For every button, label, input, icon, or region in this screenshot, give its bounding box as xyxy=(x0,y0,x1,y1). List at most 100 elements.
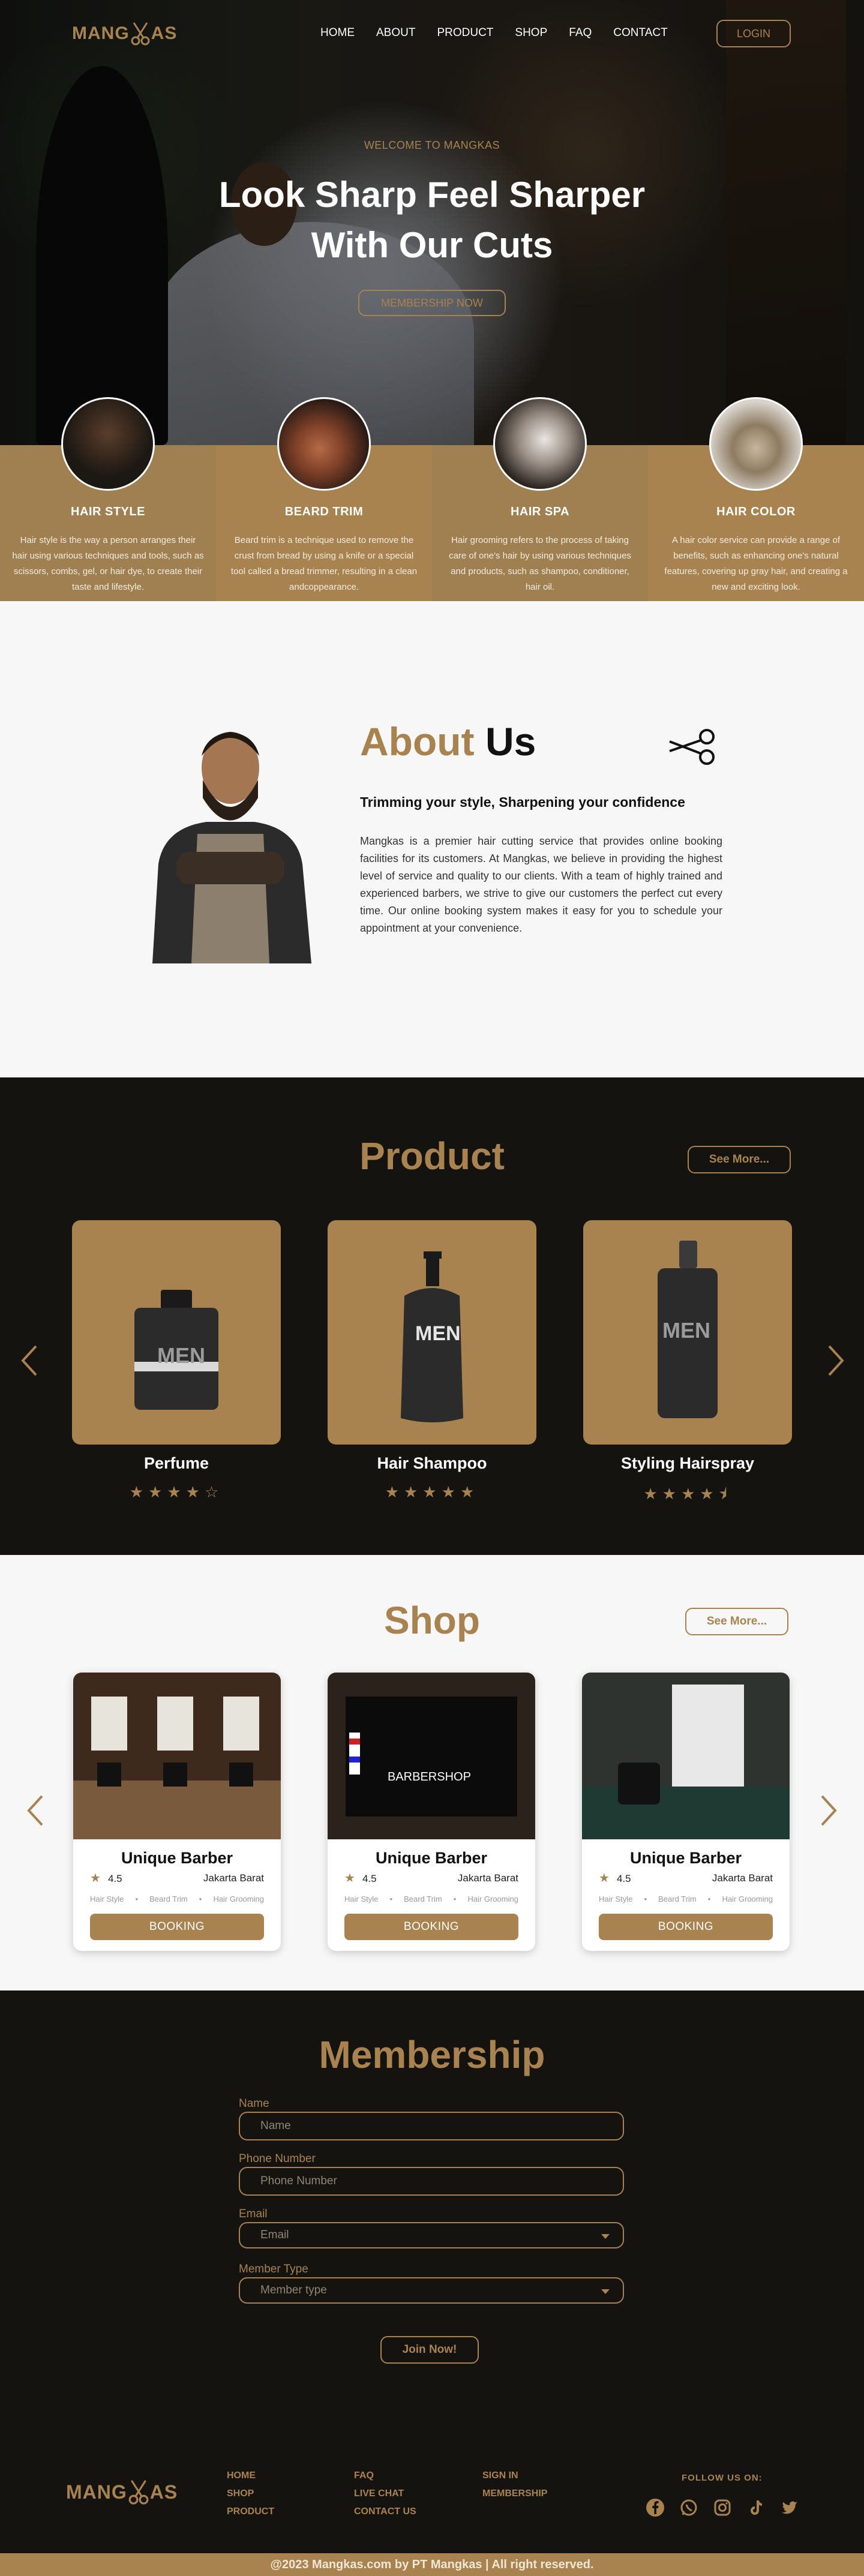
hero-headline: Look Sharp Feel Sharper With Our Cuts xyxy=(0,170,864,271)
svg-text:MEN: MEN xyxy=(662,1318,710,1343)
phone-label: Phone Number xyxy=(239,2152,316,2165)
service-card-hair-style[interactable]: HAIR STYLE Hair style is the way a perso… xyxy=(0,397,216,601)
footer-link-membership[interactable]: MEMBERSHIP xyxy=(482,2488,547,2499)
whatsapp-icon[interactable] xyxy=(678,2497,700,2518)
member-type-select[interactable]: Member type xyxy=(239,2277,624,2304)
footer-link-live-chat[interactable]: LIVE CHAT xyxy=(354,2488,416,2499)
chevron-right-icon[interactable] xyxy=(823,1343,847,1379)
twitter-icon[interactable] xyxy=(779,2497,800,2518)
shop-rating: ★ 4.5 xyxy=(90,1872,122,1885)
footer-col-3: SIGN IN MEMBERSHIP xyxy=(482,2470,547,2506)
footer-link-product[interactable]: PRODUCT xyxy=(227,2506,274,2517)
shop-name: Unique Barber xyxy=(121,1849,233,1867)
footer-col-1: HOME SHOP PRODUCT xyxy=(227,2470,274,2524)
brand-logo[interactable]: MANG AS xyxy=(72,22,177,46)
hairspray-can-image: MEN xyxy=(658,1241,718,1418)
shop-section: Shop See More... Unique Barber ★ 4.5 Jaka… xyxy=(0,1555,864,1990)
top-navbar: MANG AS HOME ABOUT PRODUCT SHOP FAQ CONT… xyxy=(0,0,864,67)
email-select[interactable]: Email xyxy=(239,2222,624,2248)
service-card-hair-color[interactable]: HAIR COLOR A hair color service can prov… xyxy=(648,397,864,601)
chevron-down-icon xyxy=(601,2234,610,2239)
social-icons xyxy=(644,2497,800,2518)
nav-link-product[interactable]: PRODUCT xyxy=(437,26,493,40)
shop-name: Unique Barber xyxy=(629,1849,742,1867)
shop-card[interactable]: Unique Barber ★ 4.5 Jakarta Barat Hair St… xyxy=(582,1673,790,1951)
hero-welcome: WELCOME TO MANGKAS xyxy=(364,139,500,151)
footer-logo[interactable]: MANG AS xyxy=(66,2479,178,2505)
footer-link-sign-in[interactable]: SIGN IN xyxy=(482,2470,547,2481)
product-card-perfume[interactable]: MEN xyxy=(72,1220,281,1445)
shop-tags: Hair Style • Beard Trim • Hair Grooming xyxy=(344,1895,518,1904)
copyright-bar: @2023 Mangkas.com by PT Mangkas | All ri… xyxy=(0,2553,864,2576)
member-type-label: Member Type xyxy=(239,2263,308,2275)
nav-link-contact[interactable]: CONTACT xyxy=(613,26,667,40)
phone-input[interactable]: Phone Number xyxy=(239,2167,624,2196)
booking-button[interactable]: BOOKING xyxy=(599,1914,773,1940)
product-rating-stars: ★★★★★ xyxy=(385,1483,479,1501)
product-see-more-button[interactable]: See More... xyxy=(688,1146,791,1173)
chevron-left-icon[interactable] xyxy=(24,1793,48,1829)
shop-card[interactable]: BARBERSHOP Unique Barber ★ 4.5 Jakarta Ba… xyxy=(328,1673,535,1951)
service-photo-hair-style xyxy=(61,397,155,491)
service-card-hair-spa[interactable]: HAIR SPA Hair grooming refers to the pro… xyxy=(432,397,648,601)
logo-text-right: AS xyxy=(149,2481,178,2503)
about-section: About Us Trimming your style, Sharpening… xyxy=(0,601,864,1077)
footer-link-home[interactable]: HOME xyxy=(227,2470,274,2481)
nav-link-shop[interactable]: SHOP xyxy=(515,26,547,40)
shop-location: Jakarta Barat xyxy=(203,1872,264,1884)
login-button[interactable]: LOGIN xyxy=(716,20,791,47)
service-desc: Beard trim is a technique used to remove… xyxy=(230,535,418,592)
chevron-right-icon[interactable] xyxy=(816,1793,840,1829)
perfume-bottle-image: MEN xyxy=(134,1290,218,1410)
nav-link-about[interactable]: ABOUT xyxy=(376,26,415,40)
nav-link-faq[interactable]: FAQ xyxy=(569,26,592,40)
hero-headline-line1: Look Sharp Feel Sharper xyxy=(218,175,646,215)
svg-text:BARBERSHOP: BARBERSHOP xyxy=(388,1770,471,1784)
product-rating-stars: ★★★★⯨ xyxy=(643,1485,732,1503)
service-title: HAIR STYLE xyxy=(71,505,145,518)
nav-link-home[interactable]: HOME xyxy=(320,26,355,40)
service-photo-hair-color xyxy=(709,397,803,491)
name-input[interactable]: Name xyxy=(239,2112,624,2140)
chevron-left-icon[interactable] xyxy=(18,1343,42,1379)
star-icon: ★ xyxy=(599,1872,610,1885)
about-subtitle: Trimming your style, Sharpening your con… xyxy=(360,794,685,810)
about-title-gold: About xyxy=(360,719,475,764)
product-card-hair-shampoo[interactable]: MEN xyxy=(328,1220,536,1445)
booking-button[interactable]: BOOKING xyxy=(90,1914,264,1940)
services-strip: HAIR STYLE Hair style is the way a perso… xyxy=(0,397,864,601)
product-name: Styling Hairspray xyxy=(620,1454,755,1472)
chevron-down-icon xyxy=(601,2289,610,2294)
instagram-icon[interactable] xyxy=(712,2497,733,2518)
shop-see-more-button[interactable]: See More... xyxy=(685,1608,788,1635)
facebook-icon[interactable] xyxy=(644,2497,666,2518)
service-title: BEARD TRIM xyxy=(284,505,364,518)
shop-photo xyxy=(73,1673,281,1839)
tiktok-icon[interactable] xyxy=(745,2497,767,2518)
footer-link-shop[interactable]: SHOP xyxy=(227,2488,274,2499)
booking-button[interactable]: BOOKING xyxy=(344,1914,518,1940)
shop-rating: ★ 4.5 xyxy=(599,1872,631,1885)
service-desc: Hair grooming refers to the process of t… xyxy=(449,535,631,592)
footer-link-faq[interactable]: FAQ xyxy=(354,2470,416,2481)
logo-text-left: MANG xyxy=(72,23,130,43)
join-now-button[interactable]: Join Now! xyxy=(380,2336,479,2364)
footer-col-2: FAQ LIVE CHAT CONTACT US xyxy=(354,2470,416,2524)
nav-links: HOME ABOUT PRODUCT SHOP FAQ CONTACT xyxy=(320,26,689,40)
shop-photo xyxy=(582,1673,790,1839)
service-card-beard-trim[interactable]: BEARD TRIM Beard trim is a technique use… xyxy=(216,397,432,601)
membership-now-button[interactable]: MEMBERSHIP NOW xyxy=(358,290,506,316)
service-title: HAIR SPA xyxy=(510,505,570,518)
product-card-styling-hairspray[interactable]: MEN xyxy=(583,1220,792,1445)
shop-tags: Hair Style • Beard Trim • Hair Grooming xyxy=(599,1895,773,1904)
footer-link-contact-us[interactable]: CONTACT US xyxy=(354,2506,416,2517)
shop-card[interactable]: Unique Barber ★ 4.5 Jakarta Barat Hair St… xyxy=(73,1673,281,1951)
service-desc: A hair color service can provide a range… xyxy=(664,535,848,592)
shampoo-bottle-image: MEN xyxy=(401,1251,463,1422)
follow-us-label: FOLLOW US ON: xyxy=(682,2473,763,2483)
star-icon: ★ xyxy=(344,1872,355,1885)
shop-name: Unique Barber xyxy=(375,1849,488,1867)
svg-text:MEN: MEN xyxy=(415,1322,461,1345)
footer: MANG AS HOME SHOP PRODUCT FAQ LIVE CHAT … xyxy=(0,2470,864,2553)
name-label: Name xyxy=(239,2097,269,2110)
